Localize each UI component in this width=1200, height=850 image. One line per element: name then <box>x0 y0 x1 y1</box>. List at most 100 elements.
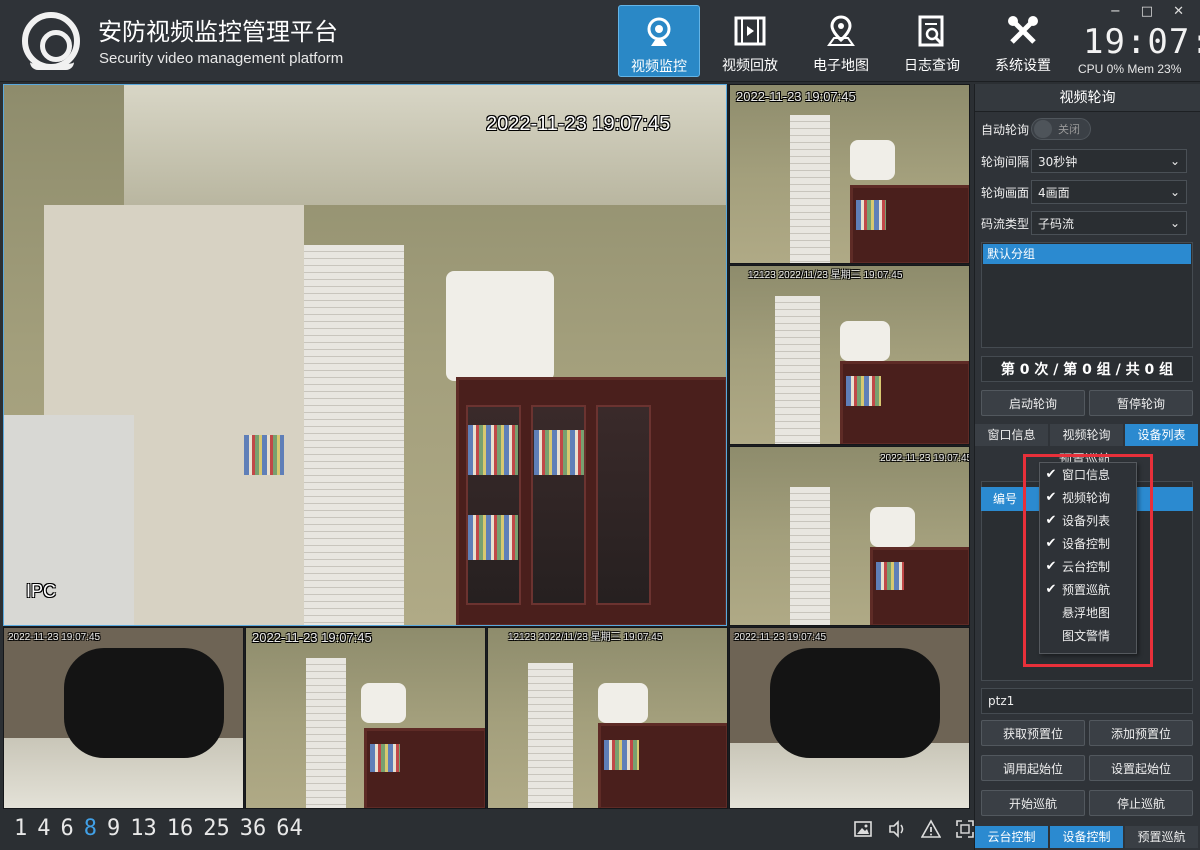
bottom-toolbar: 1 4 6 8 9 13 16 25 36 64 <box>0 810 974 850</box>
video-grid: 2022-11-23 19:07:45 IPC 2022-11-23 19:07… <box>3 84 970 809</box>
nav-video-monitor[interactable]: 视频监控 <box>618 5 700 77</box>
stream-select[interactable]: 子码流 ⌄ <box>1031 211 1187 235</box>
group-list: 默认分组 <box>981 242 1193 348</box>
chevron-down-icon: ⌄ <box>1169 154 1180 168</box>
layout-25[interactable]: 25 <box>203 816 230 841</box>
toggle-state: 关闭 <box>1058 123 1080 136</box>
video-scene <box>4 85 726 625</box>
video-window-4[interactable]: 2022-11-23 19:07:45 <box>729 446 970 626</box>
auto-poll-label: 自动轮询 <box>981 122 1030 137</box>
video-window-7[interactable]: 12123 2022/11/23 星期三 19:07:45 <box>487 627 728 809</box>
minimize-button[interactable]: − <box>1110 4 1121 19</box>
annotation-highlight-box <box>1023 454 1153 667</box>
nav-e-map[interactable]: 电子地图 <box>800 5 882 77</box>
interval-value: 30秒钟 <box>1038 154 1078 169</box>
maximize-button[interactable]: □ <box>1141 4 1153 19</box>
video-timestamp: 2022-11-23 19:07:45 <box>880 453 970 464</box>
auto-poll-toggle[interactable]: 关闭 <box>1031 118 1091 140</box>
nav-label: 视频回放 <box>722 58 778 74</box>
video-timestamp: 12123 2022/11/23 星期三 19:07:45 <box>748 270 903 281</box>
interval-row: 轮询间隔 30秒钟 ⌄ <box>981 149 1187 173</box>
layout-16[interactable]: 16 <box>167 816 194 841</box>
tab-device-list[interactable]: 设备列表 <box>1125 424 1198 446</box>
fullscreen-icon[interactable] <box>954 818 976 840</box>
get-preset-button[interactable]: 获取预置位 <box>981 720 1085 746</box>
bottom-tabs: 云台控制 设备控制 预置巡航 <box>975 826 1200 848</box>
stream-value: 子码流 <box>1038 216 1075 231</box>
pause-poll-button[interactable]: 暂停轮询 <box>1089 390 1193 416</box>
camera-icon <box>641 14 677 50</box>
top-tabs: 窗口信息 视频轮询 设备列表 <box>975 424 1200 446</box>
nav-label: 电子地图 <box>813 58 869 74</box>
screenshot-icon[interactable] <box>852 818 874 840</box>
layout-36[interactable]: 36 <box>240 816 267 841</box>
call-start-button[interactable]: 调用起始位 <box>981 755 1085 781</box>
layout-9[interactable]: 9 <box>107 816 120 841</box>
set-start-button[interactable]: 设置起始位 <box>1089 755 1193 781</box>
close-button[interactable]: ✕ <box>1173 4 1184 19</box>
start-poll-button[interactable]: 启动轮询 <box>981 390 1085 416</box>
map-pin-icon <box>823 13 859 49</box>
video-timestamp: 2022-11-23 19:07:45 <box>486 113 671 135</box>
nav-label: 系统设置 <box>995 58 1051 74</box>
video-window-8[interactable]: 2022-11-23 19:07:45 <box>729 627 970 809</box>
screen-value: 4画面 <box>1038 185 1070 200</box>
start-cruise-button[interactable]: 开始巡航 <box>981 790 1085 816</box>
layout-6[interactable]: 6 <box>61 816 74 841</box>
film-icon <box>732 13 768 49</box>
tab-preset-cruise[interactable]: 预置巡航 <box>1125 826 1198 848</box>
video-scene <box>730 266 969 444</box>
panel-title: 视频轮询 <box>975 84 1200 112</box>
video-scene <box>730 85 969 263</box>
layout-8[interactable]: 8 <box>84 816 97 841</box>
video-timestamp: 2022-11-23 19:07:45 <box>252 630 372 645</box>
nav-video-playback[interactable]: 视频回放 <box>709 5 791 77</box>
video-window-main[interactable]: 2022-11-23 19:07:45 IPC <box>3 84 727 626</box>
layout-4[interactable]: 4 <box>37 816 50 841</box>
screen-row: 轮询画面 4画面 ⌄ <box>981 180 1187 204</box>
video-window-6[interactable]: 2022-11-23 19:07:45 <box>245 627 486 809</box>
screen-label: 轮询画面 <box>981 185 1030 200</box>
layout-64[interactable]: 64 <box>276 816 303 841</box>
chevron-down-icon: ⌄ <box>1169 216 1180 230</box>
interval-select[interactable]: 30秒钟 ⌄ <box>1031 149 1187 173</box>
screen-select[interactable]: 4画面 ⌄ <box>1031 180 1187 204</box>
video-scene <box>730 628 969 808</box>
poll-counter: 第 0 次 / 第 0 组 / 共 0 组 <box>981 356 1193 382</box>
toggle-knob <box>1034 120 1052 138</box>
tab-video-poll[interactable]: 视频轮询 <box>1050 424 1123 446</box>
nav-label: 视频监控 <box>631 59 687 75</box>
interval-label: 轮询间隔 <box>981 154 1030 169</box>
video-window-2[interactable]: 2022-11-23 19:07:45 <box>729 84 970 264</box>
nav-label: 日志查询 <box>904 58 960 74</box>
alarm-icon[interactable] <box>920 818 942 840</box>
app-title: 安防视频监控管理平台 <box>98 18 338 46</box>
volume-icon[interactable] <box>886 818 908 840</box>
digital-clock: 19:07:46 <box>1083 22 1200 62</box>
tab-window-info[interactable]: 窗口信息 <box>975 424 1048 446</box>
video-window-5[interactable]: 2022-11-23 19:07:45 <box>3 627 244 809</box>
stream-label: 码流类型 <box>981 216 1030 231</box>
group-item-default[interactable]: 默认分组 <box>983 244 1191 264</box>
ptz-name-field[interactable]: ptz1 <box>981 688 1193 714</box>
video-tools <box>852 818 976 840</box>
tab-device-control[interactable]: 设备控制 <box>1050 826 1123 848</box>
video-timestamp: 2022-11-23 19:07:45 <box>734 632 827 643</box>
add-preset-button[interactable]: 添加预置位 <box>1089 720 1193 746</box>
main-nav: 视频监控 视频回放 电子地图 日志查询 系统设置 <box>618 5 1073 77</box>
system-stats: CPU 0% Mem 23% <box>1078 62 1182 76</box>
nav-system-settings[interactable]: 系统设置 <box>982 5 1064 77</box>
nav-log-query[interactable]: 日志查询 <box>891 5 973 77</box>
log-search-icon <box>914 13 950 49</box>
layout-1[interactable]: 1 <box>14 816 27 841</box>
stop-cruise-button[interactable]: 停止巡航 <box>1089 790 1193 816</box>
video-timestamp: 2022-11-23 19:07:45 <box>8 632 101 643</box>
stream-row: 码流类型 子码流 ⌄ <box>981 211 1187 235</box>
layout-selector: 1 4 6 8 9 13 16 25 36 64 <box>14 816 303 841</box>
tab-ptz-control[interactable]: 云台控制 <box>975 826 1048 848</box>
video-window-3[interactable]: 12123 2022/11/23 星期三 19:07:45 <box>729 265 970 445</box>
header: 安防视频监控管理平台 Security video management pla… <box>0 0 1200 82</box>
chevron-down-icon: ⌄ <box>1169 185 1180 199</box>
camera-logo-stand <box>30 62 74 70</box>
layout-13[interactable]: 13 <box>130 816 157 841</box>
